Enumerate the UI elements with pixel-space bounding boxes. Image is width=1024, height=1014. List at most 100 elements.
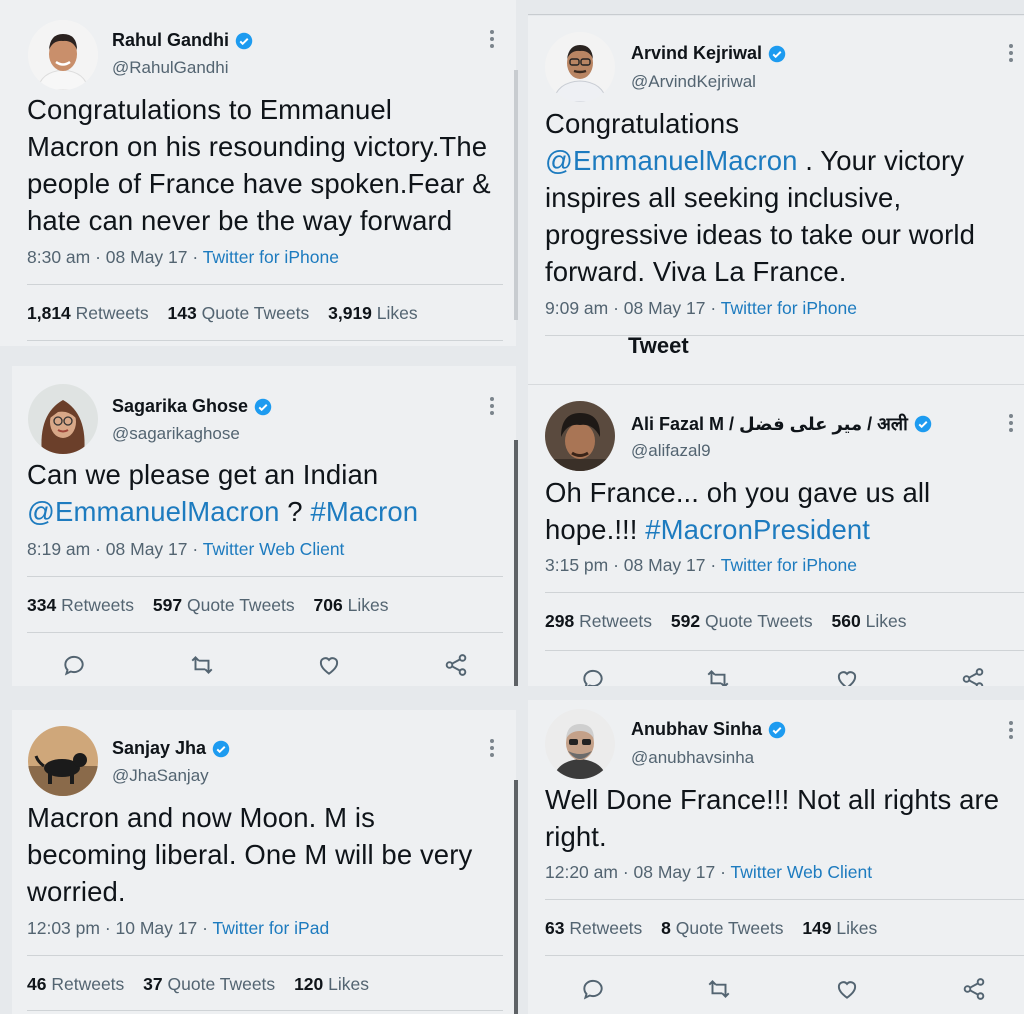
tweet-time[interactable]: 12:20 am · 08 May 17 · bbox=[545, 862, 730, 882]
reply-icon[interactable] bbox=[61, 652, 87, 678]
like-icon[interactable] bbox=[316, 652, 342, 678]
tweet-text: Oh France... oh you gave us all hope.!!!… bbox=[545, 474, 1015, 548]
tweet-time[interactable]: 8:30 am · 08 May 17 · bbox=[27, 247, 203, 267]
avatar[interactable] bbox=[28, 384, 98, 454]
quotes-number: 592 bbox=[670, 611, 701, 631]
author-handle[interactable]: @anubhavsinha bbox=[631, 748, 754, 768]
author-handle[interactable]: @JhaSanjay bbox=[112, 766, 209, 786]
tweet-source[interactable]: Twitter for iPhone bbox=[203, 247, 339, 267]
tweet-text-line: @EmmanuelMacron . Your victory bbox=[545, 142, 1015, 179]
author-handle[interactable]: @RahulGandhi bbox=[112, 58, 229, 78]
author-name-text: Ali Fazal M / میر علی فضل / अली bbox=[631, 414, 908, 434]
author-handle[interactable]: @ArvindKejriwal bbox=[631, 72, 756, 92]
tweet-source[interactable]: Twitter for iPhone bbox=[721, 555, 857, 575]
retweet-icon[interactable] bbox=[706, 976, 732, 1002]
retweets-label: Retweets bbox=[75, 303, 149, 323]
likes-count[interactable]: 3,919 Likes bbox=[328, 303, 418, 323]
avatar[interactable] bbox=[28, 726, 98, 796]
tweet-stats: 1,814 Retweets 143 Quote Tweets 3,919 Li… bbox=[27, 303, 432, 324]
likes-count[interactable]: 149 Likes bbox=[802, 918, 877, 938]
tweet-text: Well Done France!!! Not all rights are r… bbox=[545, 781, 1015, 855]
author-handle[interactable]: @sagarikaghose bbox=[112, 424, 240, 444]
tweet-text-line: worried. bbox=[27, 876, 126, 907]
share-icon[interactable] bbox=[443, 652, 469, 678]
divider bbox=[27, 632, 503, 633]
likes-number: 706 bbox=[313, 595, 343, 615]
tweet-timestamp: 8:30 am · 08 May 17 · Twitter for iPhone bbox=[27, 247, 339, 268]
quote-tweets-count[interactable]: 143 Quote Tweets bbox=[168, 303, 310, 323]
mention-link[interactable]: @EmmanuelMacron bbox=[27, 496, 280, 527]
divider bbox=[545, 650, 1024, 651]
quotes-label: Quote Tweets bbox=[167, 974, 276, 994]
retweets-count[interactable]: 334 Retweets bbox=[27, 595, 134, 615]
likes-count[interactable]: 560 Likes bbox=[832, 611, 907, 631]
tweet-source[interactable]: Twitter Web Client bbox=[203, 539, 345, 559]
tweet-text: Congratulations to Emmanuel Macron on hi… bbox=[27, 91, 507, 239]
verified-badge-icon bbox=[254, 398, 272, 416]
quote-tweets-count[interactable]: 37 Quote Tweets bbox=[143, 974, 275, 994]
tweet-text-line: Can we please get an Indian bbox=[27, 459, 379, 490]
retweets-count[interactable]: 63 Retweets bbox=[545, 918, 642, 938]
avatar[interactable] bbox=[545, 32, 615, 102]
share-icon[interactable] bbox=[960, 666, 986, 686]
author-name[interactable]: Rahul Gandhi bbox=[112, 30, 253, 51]
tweet-time[interactable]: 3:15 pm · 08 May 17 · bbox=[545, 555, 721, 575]
mention-link[interactable]: @EmmanuelMacron bbox=[545, 145, 798, 176]
quotes-label: Quote Tweets bbox=[186, 595, 295, 615]
author-name[interactable]: Ali Fazal M / میر علی فضل / अली bbox=[631, 412, 932, 436]
cropped-header-fragment: Tweet bbox=[628, 337, 689, 359]
avatar[interactable] bbox=[28, 20, 98, 90]
more-icon[interactable] bbox=[1009, 44, 1015, 65]
likes-label: Likes bbox=[376, 303, 418, 323]
quotes-label: Quote Tweets bbox=[675, 918, 784, 938]
author-name[interactable]: Anubhav Sinha bbox=[631, 719, 786, 740]
likes-label: Likes bbox=[347, 595, 389, 615]
author-name[interactable]: Sanjay Jha bbox=[112, 738, 230, 759]
retweet-icon[interactable] bbox=[189, 652, 215, 678]
tweet-text-line: hope.!!! #MacronPresident bbox=[545, 511, 1015, 548]
retweets-label: Retweets bbox=[569, 918, 643, 938]
tweet-text-fragment: ? bbox=[279, 496, 311, 527]
retweets-count[interactable]: 46 Retweets bbox=[27, 974, 124, 994]
divider bbox=[27, 340, 503, 341]
retweet-icon[interactable] bbox=[705, 666, 731, 686]
avatar[interactable] bbox=[545, 401, 615, 471]
tweet-source[interactable]: Twitter Web Client bbox=[730, 862, 872, 882]
quote-tweets-count[interactable]: 592 Quote Tweets bbox=[671, 611, 813, 631]
likes-label: Likes bbox=[328, 974, 369, 994]
more-icon[interactable] bbox=[1009, 414, 1015, 435]
author-name[interactable]: Arvind Kejriwal bbox=[631, 43, 786, 64]
hashtag-link[interactable]: #MacronPresident bbox=[645, 514, 870, 545]
more-icon[interactable] bbox=[490, 397, 496, 418]
author-handle[interactable]: @alifazal9 bbox=[631, 441, 711, 461]
like-icon[interactable] bbox=[834, 666, 860, 686]
divider bbox=[27, 955, 503, 956]
tweet-timestamp: 12:03 pm · 10 May 17 · Twitter for iPad bbox=[27, 918, 329, 939]
quote-tweets-count[interactable]: 8 Quote Tweets bbox=[661, 918, 783, 938]
cropped-header-text: Tweet bbox=[628, 337, 689, 358]
quote-tweets-count[interactable]: 597 Quote Tweets bbox=[153, 595, 295, 615]
retweets-count[interactable]: 298 Retweets bbox=[545, 611, 652, 631]
tweet-source[interactable]: Twitter for iPhone bbox=[721, 298, 857, 318]
like-icon[interactable] bbox=[834, 976, 860, 1002]
reply-icon[interactable] bbox=[580, 976, 606, 1002]
author-name[interactable]: Sagarika Ghose bbox=[112, 396, 272, 417]
tweet-time[interactable]: 8:19 am · 08 May 17 · bbox=[27, 539, 203, 559]
avatar[interactable] bbox=[545, 709, 615, 779]
tweet-source[interactable]: Twitter for iPad bbox=[212, 918, 329, 938]
retweets-count[interactable]: 1,814 Retweets bbox=[27, 303, 149, 323]
share-icon[interactable] bbox=[961, 976, 987, 1002]
more-icon[interactable] bbox=[1009, 721, 1015, 742]
tweet-time[interactable]: 12:03 pm · 10 May 17 · bbox=[27, 918, 212, 938]
hashtag-link[interactable]: #Macron bbox=[310, 496, 418, 527]
tweet-text-line: Congratulations to Emmanuel bbox=[27, 94, 392, 125]
divider bbox=[27, 284, 503, 285]
quotes-label: Quote Tweets bbox=[704, 611, 813, 631]
reply-icon[interactable] bbox=[580, 666, 606, 686]
tweet-time[interactable]: 9:09 am · 08 May 17 · bbox=[545, 298, 721, 318]
more-icon[interactable] bbox=[490, 30, 496, 51]
likes-count[interactable]: 120 Likes bbox=[294, 974, 369, 994]
verified-badge-icon bbox=[768, 721, 786, 739]
more-icon[interactable] bbox=[490, 739, 496, 760]
likes-count[interactable]: 706 Likes bbox=[314, 595, 389, 615]
